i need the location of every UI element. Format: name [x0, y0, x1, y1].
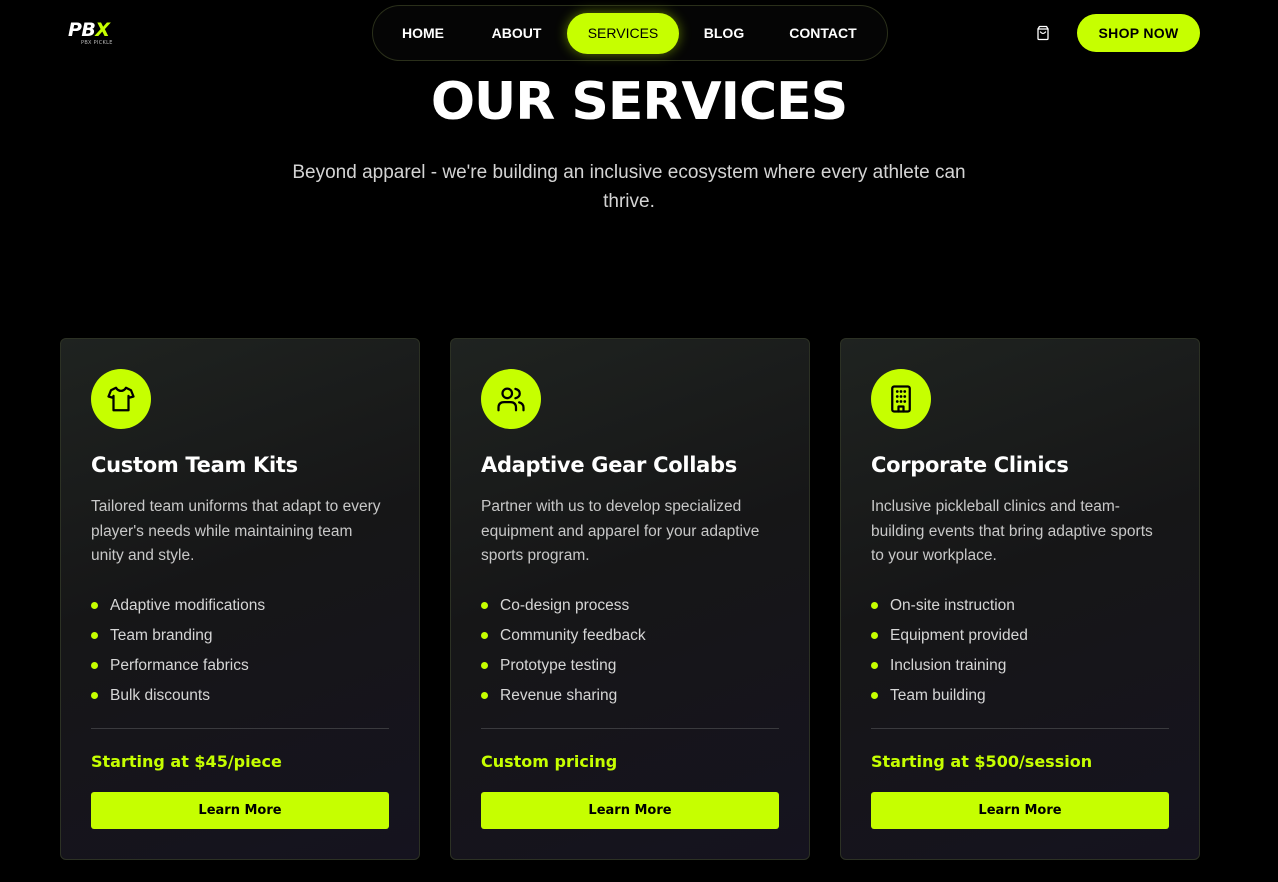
shop-now-button[interactable]: SHOP NOW	[1077, 14, 1200, 52]
service-price: Starting at $45/piece	[91, 752, 282, 771]
list-item: On-site instruction	[871, 591, 1169, 621]
feature-text: Adaptive modifications	[110, 596, 266, 614]
learn-more-button[interactable]: Learn More	[871, 792, 1169, 829]
feature-list: Adaptive modifications Team branding Per…	[91, 591, 389, 711]
feature-text: Prototype testing	[500, 656, 617, 674]
feature-text: Co-design process	[500, 596, 630, 614]
page-subtitle: Beyond apparel - we're building an inclu…	[292, 162, 966, 212]
list-item: Revenue sharing	[481, 681, 779, 711]
list-item: Co-design process	[481, 591, 779, 621]
nav-contact[interactable]: CONTACT	[775, 13, 871, 54]
nav-services[interactable]: SERVICES	[567, 13, 679, 54]
divider	[871, 728, 1169, 729]
bullet-icon	[91, 602, 98, 609]
divider	[481, 728, 779, 729]
shirt-icon	[91, 369, 151, 429]
feature-text: Revenue sharing	[500, 686, 618, 704]
bullet-icon	[871, 662, 878, 669]
feature-text: Equipment provided	[890, 626, 1028, 644]
service-description: Inclusive pickleball clinics and team-bu…	[871, 498, 1153, 564]
list-item: Bulk discounts	[91, 681, 389, 711]
feature-text: On-site instruction	[890, 596, 1015, 614]
feature-text: Inclusion training	[890, 656, 1007, 674]
divider	[91, 728, 389, 729]
service-price: Starting at $500/session	[871, 752, 1093, 771]
main-nav: HOME ABOUT SERVICES BLOG CONTACT	[372, 5, 888, 61]
service-description: Tailored team uniforms that adapt to eve…	[91, 498, 381, 564]
service-card-corporate-clinics: Corporate Clinics Inclusive pickleball c…	[840, 338, 1200, 860]
nav-blog[interactable]: BLOG	[693, 13, 755, 54]
list-item: Equipment provided	[871, 621, 1169, 651]
bullet-icon	[871, 632, 878, 639]
logo[interactable]: PB X PBX PICKLE	[68, 20, 128, 46]
feature-text: Team building	[890, 686, 986, 704]
feature-list: On-site instruction Equipment provided I…	[871, 591, 1169, 711]
nav-about[interactable]: ABOUT	[478, 13, 555, 54]
feature-text: Bulk discounts	[110, 686, 210, 704]
cart-icon[interactable]	[1035, 25, 1051, 41]
list-item: Community feedback	[481, 621, 779, 651]
learn-more-button[interactable]: Learn More	[91, 792, 389, 829]
learn-more-button[interactable]: Learn More	[481, 792, 779, 829]
list-item: Team building	[871, 681, 1169, 711]
list-item: Team branding	[91, 621, 389, 651]
logo-wordmark: PB X	[68, 20, 128, 40]
building-icon	[871, 369, 931, 429]
service-title: Custom Team Kits	[91, 453, 298, 477]
list-item: Inclusion training	[871, 651, 1169, 681]
feature-text: Team branding	[110, 626, 213, 644]
bullet-icon	[481, 692, 488, 699]
nav-home[interactable]: HOME	[388, 13, 458, 54]
bullet-icon	[91, 632, 98, 639]
bullet-icon	[481, 662, 488, 669]
list-item: Performance fabrics	[91, 651, 389, 681]
feature-text: Performance fabrics	[110, 656, 249, 674]
service-description: Partner with us to develop specialized e…	[481, 498, 760, 564]
bullet-icon	[871, 602, 878, 609]
logo-text: PB	[68, 19, 96, 41]
feature-list: Co-design process Community feedback Pro…	[481, 591, 779, 711]
feature-text: Community feedback	[500, 626, 646, 644]
bullet-icon	[91, 662, 98, 669]
service-card-gear-collabs: Adaptive Gear Collabs Partner with us to…	[450, 338, 810, 860]
page-title: OUR SERVICES	[430, 72, 848, 132]
logo-subtitle: PBX PICKLE	[81, 40, 113, 46]
service-title: Corporate Clinics	[871, 453, 1069, 477]
bullet-icon	[481, 602, 488, 609]
bullet-icon	[91, 692, 98, 699]
users-icon	[481, 369, 541, 429]
list-item: Adaptive modifications	[91, 591, 389, 621]
service-title: Adaptive Gear Collabs	[481, 453, 737, 477]
bullet-icon	[481, 632, 488, 639]
service-price: Custom pricing	[481, 752, 618, 771]
list-item: Prototype testing	[481, 651, 779, 681]
logo-x: X	[95, 19, 110, 41]
bullet-icon	[871, 692, 878, 699]
service-card-team-kits: Custom Team Kits Tailored team uniforms …	[60, 338, 420, 860]
